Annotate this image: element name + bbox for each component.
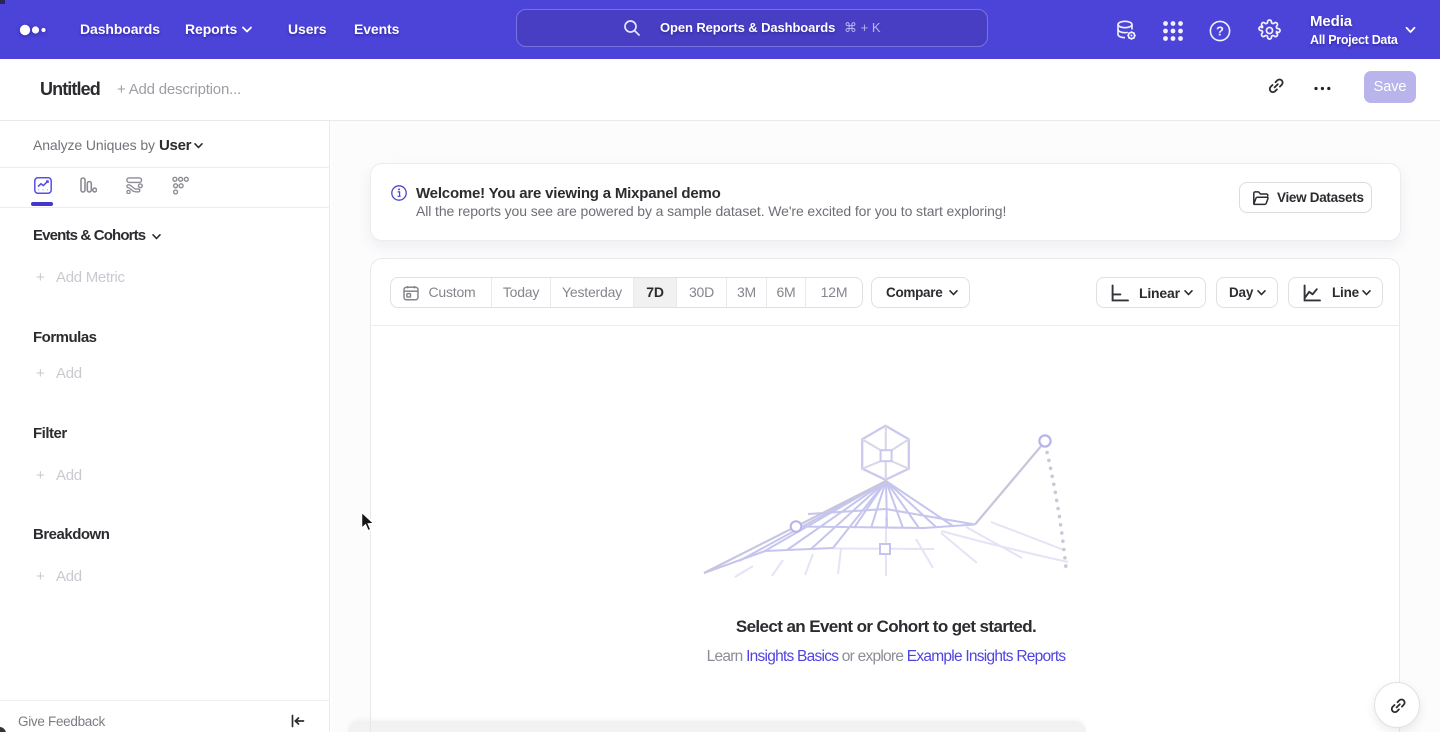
svg-text:?: ? [1216,24,1224,39]
